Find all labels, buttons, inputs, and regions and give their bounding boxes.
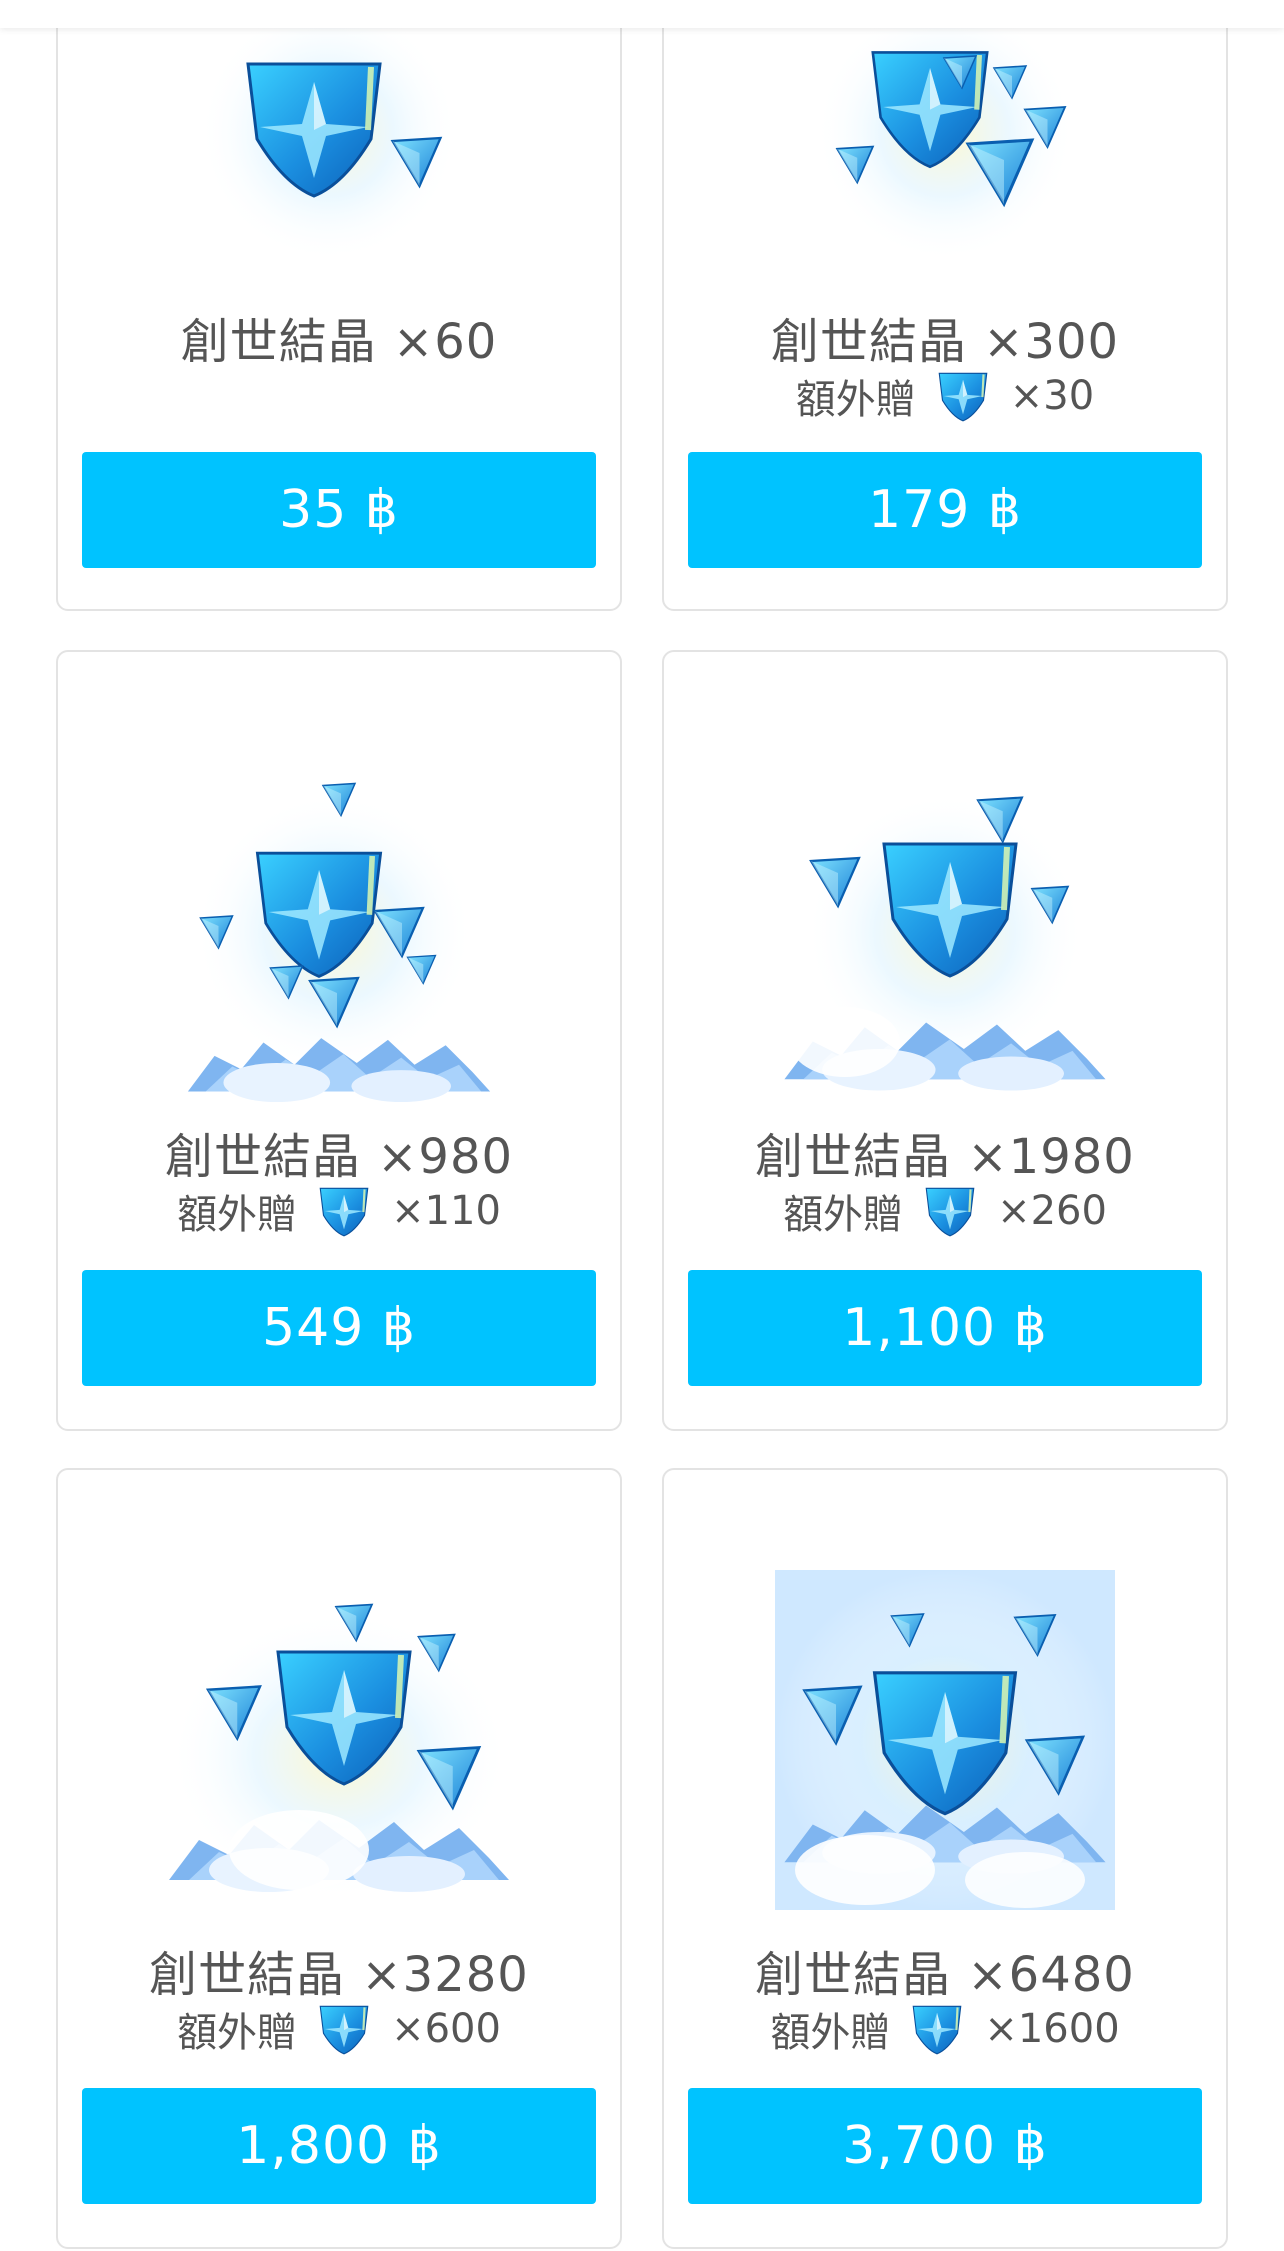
price-button[interactable]: 1,100 ฿: [688, 1270, 1202, 1386]
price-button[interactable]: 3,700 ฿: [688, 2088, 1202, 2204]
product-title: 創世結晶 ×1980: [755, 1129, 1135, 1185]
price-button[interactable]: 179 ฿: [688, 452, 1202, 568]
bonus-amount: ×600: [391, 2006, 501, 2052]
genesis-crystal-icon: [784, 792, 1106, 1091]
product-card[interactable]: 創世結晶 ×3280 額外贈 ×600 1,800 ฿: [56, 1468, 622, 2249]
crystal-icon: [937, 372, 988, 422]
product-title: 創世結晶 ×980: [164, 1129, 514, 1185]
bonus-row: 額外贈 ×260: [664, 1182, 1226, 1240]
genesis-crystal-icon: [815, 2, 1075, 262]
product-title: 創世結晶 ×300: [770, 314, 1120, 370]
bonus-row: 額外贈 ×1600: [664, 2000, 1226, 2058]
bonus-label: 額外贈: [770, 2010, 891, 2056]
crystal-icon: [319, 1187, 369, 1237]
bonus-label: 額外贈: [795, 377, 916, 423]
bonus-amount: ×110: [391, 1188, 501, 1234]
product-card[interactable]: 創世結晶 ×980 額外贈 ×110 549 ฿: [56, 650, 622, 1431]
bonus-label: 額外贈: [177, 1192, 298, 1238]
genesis-crystal-icon: [169, 1603, 509, 1900]
product-card[interactable]: 創世結晶 ×1980 額外贈 ×260 1,100 ฿: [662, 650, 1228, 1431]
price-button[interactable]: 549 ฿: [82, 1270, 596, 1386]
crystal-icon: [912, 2005, 963, 2055]
product-title: 創世結晶 ×6480: [755, 1947, 1135, 2003]
genesis-crystal-icon: [199, 2, 459, 262]
product-title: 創世結晶 ×60: [180, 314, 498, 370]
genesis-crystal-icon: [775, 1570, 1115, 1910]
bonus-row: 額外贈 ×600: [58, 2000, 620, 2058]
product-card[interactable]: 創世結晶 ×300 額外贈 ×30 179 ฿: [662, 0, 1228, 611]
product-title: 創世結晶 ×3280: [149, 1947, 529, 2003]
crystal-icon: [319, 2005, 369, 2055]
bonus-row: 額外贈 ×30: [664, 367, 1226, 425]
top-bar: [0, 0, 1284, 28]
genesis-crystal-icon: [187, 782, 491, 1102]
bonus-amount: ×30: [1009, 373, 1095, 419]
bonus-label: 額外贈: [177, 2010, 298, 2056]
price-button[interactable]: 35 ฿: [82, 452, 596, 568]
bonus-row: 額外贈 ×110: [58, 1182, 620, 1240]
crystal-icon: [925, 1187, 975, 1237]
bonus-amount: ×1600: [984, 2006, 1120, 2052]
product-grid: 創世結晶 ×60 35 ฿ 創世結晶 ×300 額外贈 ×30 179 ฿ 創世…: [0, 0, 1284, 2251]
product-card[interactable]: 創世結晶 ×60 35 ฿: [56, 0, 622, 611]
bonus-label: 額外贈: [783, 1192, 904, 1238]
bonus-amount: ×260: [997, 1188, 1107, 1234]
product-card[interactable]: 創世結晶 ×6480 額外贈 ×1600 3,700 ฿: [662, 1468, 1228, 2249]
price-button[interactable]: 1,800 ฿: [82, 2088, 596, 2204]
